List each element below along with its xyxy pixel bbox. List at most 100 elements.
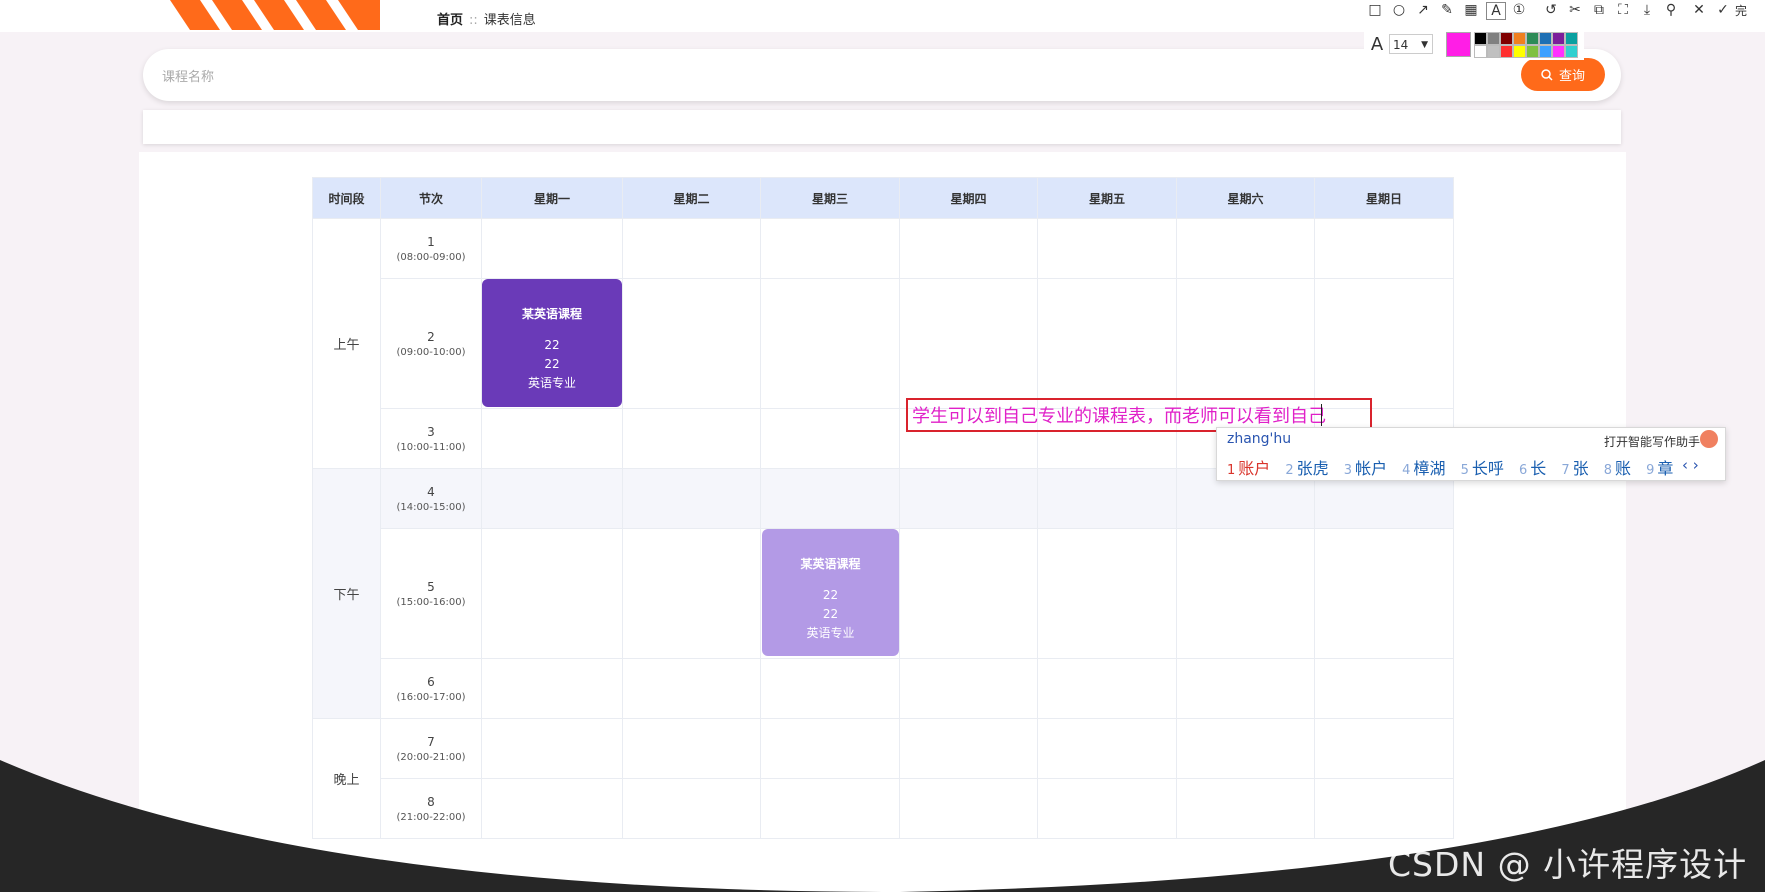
ime-pager[interactable]: ‹ › xyxy=(1682,456,1699,474)
table-cell[interactable] xyxy=(622,658,761,719)
table-cell[interactable] xyxy=(899,278,1038,409)
palette-swatch[interactable] xyxy=(1474,32,1487,45)
copy-icon[interactable]: ⧉ xyxy=(1590,2,1608,18)
table-cell[interactable] xyxy=(1314,658,1454,719)
breadcrumb-separator: :: xyxy=(469,13,478,28)
table-cell[interactable] xyxy=(760,468,900,529)
search-button[interactable]: 查询 xyxy=(1521,58,1605,91)
header-fri: 星期五 xyxy=(1037,177,1177,219)
course-line1: 22 xyxy=(822,588,839,602)
fullscreen-icon[interactable]: ⛶ xyxy=(1614,2,1632,18)
ime-candidate[interactable]: 1 账户 xyxy=(1227,459,1270,478)
table-cell[interactable] xyxy=(760,658,900,719)
table-cell[interactable] xyxy=(481,658,623,719)
pin-icon[interactable]: ⚲ xyxy=(1662,2,1680,18)
undo-icon[interactable]: ↺ xyxy=(1542,2,1560,18)
palette-swatch[interactable] xyxy=(1500,32,1513,45)
course-card[interactable]: 某英语课程 22 22 英语专业 xyxy=(762,529,899,656)
table-cell[interactable] xyxy=(1176,658,1315,719)
text-icon[interactable]: A xyxy=(1486,2,1506,20)
ime-candidate[interactable]: 5 长呼 xyxy=(1461,459,1504,478)
table-cell[interactable] xyxy=(1037,278,1177,409)
table-cell[interactable] xyxy=(899,528,1038,659)
ime-candidate[interactable]: 7张 xyxy=(1561,459,1588,478)
ime-candidate[interactable]: 4 樟湖 xyxy=(1402,459,1445,478)
palette-swatch[interactable] xyxy=(1565,45,1578,58)
ime-candidate[interactable]: 6长 xyxy=(1519,459,1546,478)
toolbar-strip xyxy=(143,110,1621,144)
palette-swatch[interactable] xyxy=(1487,45,1500,58)
section-cell: 2 (09:00-10:00) xyxy=(380,278,482,409)
table-cell[interactable] xyxy=(622,528,761,659)
table-cell[interactable] xyxy=(481,528,623,659)
section-num: 6 xyxy=(427,674,435,689)
palette-swatch[interactable] xyxy=(1526,45,1539,58)
table-cell[interactable] xyxy=(481,408,623,469)
table-cell[interactable] xyxy=(622,278,761,409)
palette-swatch[interactable] xyxy=(1552,32,1565,45)
close-icon[interactable]: ✕ xyxy=(1690,2,1708,18)
assistant-icon[interactable] xyxy=(1700,430,1718,448)
done-icon[interactable]: ✓ xyxy=(1714,2,1732,18)
annotation-text[interactable]: 学生可以到自己专业的课程表，而老师可以看到自己 xyxy=(912,402,1326,428)
palette-swatch[interactable] xyxy=(1513,32,1526,45)
palette-swatch[interactable] xyxy=(1539,32,1552,45)
palette-swatch[interactable] xyxy=(1526,32,1539,45)
course-line2: 22 xyxy=(544,357,560,371)
table-cell[interactable] xyxy=(1176,218,1315,279)
table-cell[interactable] xyxy=(481,218,623,279)
palette-swatch[interactable] xyxy=(1487,32,1500,45)
table-cell[interactable] xyxy=(1037,658,1177,719)
mosaic-icon[interactable]: ▦ xyxy=(1462,2,1480,18)
cut-icon[interactable]: ✂ xyxy=(1566,2,1584,18)
table-cell[interactable] xyxy=(760,408,900,469)
table-cell[interactable] xyxy=(1314,218,1454,279)
arrow-icon[interactable]: ↗ xyxy=(1414,2,1432,18)
table-cell[interactable] xyxy=(1176,278,1315,409)
section-cell: 1 (08:00-09:00) xyxy=(380,218,482,279)
palette-swatch[interactable] xyxy=(1565,32,1578,45)
table-cell[interactable] xyxy=(1037,218,1177,279)
table-cell[interactable] xyxy=(899,468,1038,529)
table-cell[interactable] xyxy=(899,658,1038,719)
table-cell[interactable] xyxy=(1037,468,1177,529)
palette-swatch[interactable] xyxy=(1513,45,1526,58)
table-cell[interactable] xyxy=(622,468,761,529)
search-input[interactable] xyxy=(160,66,1064,88)
section-time: (14:00-15:00) xyxy=(396,501,466,513)
table-cell[interactable] xyxy=(622,218,761,279)
table-cell[interactable] xyxy=(760,218,900,279)
palette-swatch[interactable] xyxy=(1500,45,1513,58)
header-section: 节次 xyxy=(380,177,482,219)
watermark: CSDN @ 小许程序设计 xyxy=(1388,845,1748,884)
table-cell[interactable] xyxy=(899,218,1038,279)
pen-icon[interactable]: ✎ xyxy=(1438,2,1456,18)
palette-swatch[interactable] xyxy=(1552,45,1565,58)
save-icon[interactable]: ⤓ xyxy=(1638,2,1656,18)
circle-icon[interactable]: ○ xyxy=(1390,2,1408,18)
ime-candidate[interactable]: 2 张虎 xyxy=(1285,459,1328,478)
table-cell[interactable] xyxy=(1314,278,1454,409)
course-card[interactable]: 某英语课程 22 22 英语专业 xyxy=(482,279,622,407)
ime-candidate[interactable]: 8账 xyxy=(1604,459,1631,478)
number-icon[interactable]: ① xyxy=(1510,2,1528,18)
breadcrumb-home[interactable]: 首页 xyxy=(437,13,463,28)
ime-assistant-link[interactable]: 打开智能写作助手 xyxy=(1604,433,1700,450)
selected-color-swatch[interactable] xyxy=(1446,32,1471,57)
table-cell[interactable] xyxy=(760,278,900,409)
table-cell[interactable] xyxy=(481,468,623,529)
table-cell[interactable] xyxy=(1176,528,1315,659)
search-icon xyxy=(1541,68,1553,81)
header-tue: 星期二 xyxy=(622,177,761,219)
palette-swatch[interactable] xyxy=(1474,45,1487,58)
font-size-select[interactable]: 14 ▼ xyxy=(1389,34,1433,54)
done-label[interactable]: 完 xyxy=(1732,2,1750,19)
rect-icon[interactable]: □ xyxy=(1366,2,1384,18)
section-cell: 4 (14:00-15:00) xyxy=(380,468,482,529)
palette-swatch[interactable] xyxy=(1539,45,1552,58)
table-cell[interactable] xyxy=(1037,528,1177,659)
ime-candidate[interactable]: 3 帐户 xyxy=(1344,459,1387,478)
ime-candidate[interactable]: 9章 xyxy=(1646,459,1673,478)
table-cell[interactable] xyxy=(622,408,761,469)
table-cell[interactable] xyxy=(1314,528,1454,659)
